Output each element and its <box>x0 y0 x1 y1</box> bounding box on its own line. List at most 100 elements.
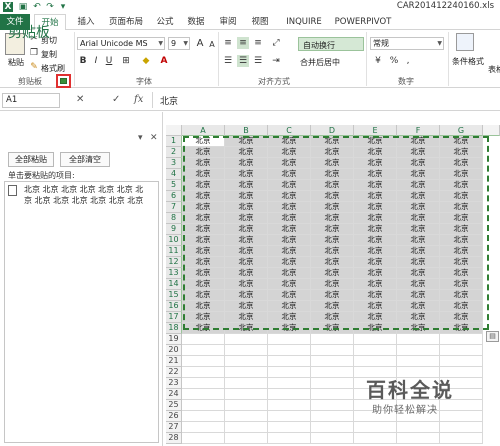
cell-a21[interactable] <box>182 356 225 367</box>
cell-e11[interactable]: 北京 <box>354 246 397 257</box>
cell-e10[interactable]: 北京 <box>354 235 397 246</box>
cell-e19[interactable] <box>354 334 397 345</box>
copy-icon[interactable]: ❐ <box>28 47 40 59</box>
cell-d20[interactable] <box>311 345 354 356</box>
cell-a26[interactable] <box>182 411 225 422</box>
cell-e28[interactable] <box>354 433 397 444</box>
cell-b27[interactable] <box>225 422 268 433</box>
insert-function-button[interactable]: fx <box>134 94 143 105</box>
tab-review[interactable]: 审阅 <box>215 14 241 30</box>
cell-e20[interactable] <box>354 345 397 356</box>
cell-e12[interactable]: 北京 <box>354 257 397 268</box>
cell-c6[interactable]: 北京 <box>268 191 311 202</box>
cell-e15[interactable]: 北京 <box>354 290 397 301</box>
cell-c11[interactable]: 北京 <box>268 246 311 257</box>
cell-c20[interactable] <box>268 345 311 356</box>
column-header-e[interactable]: E <box>354 125 397 136</box>
column-header-a[interactable]: A <box>182 125 225 136</box>
merge-center-button[interactable]: 合并后居中 <box>300 57 340 68</box>
cell-c21[interactable] <box>268 356 311 367</box>
cell-c25[interactable] <box>268 400 311 411</box>
cell-g9[interactable]: 北京 <box>440 224 483 235</box>
cell-f17[interactable]: 北京 <box>397 312 440 323</box>
cell-e4[interactable]: 北京 <box>354 169 397 180</box>
cell-d9[interactable]: 北京 <box>311 224 354 235</box>
cell-b20[interactable] <box>225 345 268 356</box>
cell-a22[interactable] <box>182 367 225 378</box>
row-header-15[interactable]: 15 <box>166 290 182 301</box>
cell-g16[interactable]: 北京 <box>440 301 483 312</box>
row-header-16[interactable]: 16 <box>166 301 182 312</box>
cell-g1[interactable]: 北京 <box>440 136 483 147</box>
cell-c5[interactable]: 北京 <box>268 180 311 191</box>
cell-b25[interactable] <box>225 400 268 411</box>
cell-b5[interactable]: 北京 <box>225 180 268 191</box>
cell-f2[interactable]: 北京 <box>397 147 440 158</box>
cell-f8[interactable]: 北京 <box>397 213 440 224</box>
cell-e6[interactable]: 北京 <box>354 191 397 202</box>
orientation-icon[interactable]: ⤢ <box>270 37 282 49</box>
clipboard-item[interactable]: 北京 北京 北京 北京 北京 北京 北京 北京 北京 北京 北京 北京 北京 <box>24 184 150 206</box>
cell-a18[interactable]: 北京 <box>182 323 225 334</box>
cell-a5[interactable]: 北京 <box>182 180 225 191</box>
row-header-3[interactable]: 3 <box>166 158 182 169</box>
cell-e3[interactable]: 北京 <box>354 158 397 169</box>
cell-d11[interactable]: 北京 <box>311 246 354 257</box>
cell-b19[interactable] <box>225 334 268 345</box>
bold-button[interactable]: B <box>77 55 89 67</box>
cell-c26[interactable] <box>268 411 311 422</box>
cell-e21[interactable] <box>354 356 397 367</box>
cell-c18[interactable]: 北京 <box>268 323 311 334</box>
cell-f7[interactable]: 北京 <box>397 202 440 213</box>
cell-e1[interactable]: 北京 <box>354 136 397 147</box>
cell-d10[interactable]: 北京 <box>311 235 354 246</box>
cell-b13[interactable]: 北京 <box>225 268 268 279</box>
align-bottom-icon[interactable]: ≡ <box>252 37 264 49</box>
cell-b22[interactable] <box>225 367 268 378</box>
format-painter-button[interactable]: 格式刷 <box>41 63 65 74</box>
cell-g21[interactable] <box>440 356 483 367</box>
cell-g20[interactable] <box>440 345 483 356</box>
cell-a10[interactable]: 北京 <box>182 235 225 246</box>
cell-b17[interactable]: 北京 <box>225 312 268 323</box>
cell-b21[interactable] <box>225 356 268 367</box>
cell-g19[interactable] <box>440 334 483 345</box>
cell-g10[interactable]: 北京 <box>440 235 483 246</box>
cell-b28[interactable] <box>225 433 268 444</box>
cell-b11[interactable]: 北京 <box>225 246 268 257</box>
cell-d28[interactable] <box>311 433 354 444</box>
cell-a11[interactable]: 北京 <box>182 246 225 257</box>
cell-f16[interactable]: 北京 <box>397 301 440 312</box>
column-header-f[interactable]: F <box>397 125 440 136</box>
cell-d17[interactable]: 北京 <box>311 312 354 323</box>
row-header-17[interactable]: 17 <box>166 312 182 323</box>
cell-c15[interactable]: 北京 <box>268 290 311 301</box>
cell-e17[interactable]: 北京 <box>354 312 397 323</box>
cell-c4[interactable]: 北京 <box>268 169 311 180</box>
cell-c7[interactable]: 北京 <box>268 202 311 213</box>
paste-options-icon[interactable]: ▤ <box>486 331 499 342</box>
cell-g28[interactable] <box>440 433 483 444</box>
cell-c1[interactable]: 北京 <box>268 136 311 147</box>
cell-g15[interactable]: 北京 <box>440 290 483 301</box>
paste-button[interactable]: 粘贴 <box>8 57 24 68</box>
italic-button[interactable]: I <box>90 55 102 67</box>
select-all-corner[interactable] <box>166 125 182 136</box>
number-format-combo[interactable]: 常规 ▼ <box>370 37 444 50</box>
cell-c12[interactable]: 北京 <box>268 257 311 268</box>
cell-g17[interactable]: 北京 <box>440 312 483 323</box>
cell-c17[interactable]: 北京 <box>268 312 311 323</box>
cell-b8[interactable]: 北京 <box>225 213 268 224</box>
align-left-icon[interactable]: ☰ <box>222 55 234 67</box>
row-header-24[interactable]: 24 <box>166 389 182 400</box>
cell-a13[interactable]: 北京 <box>182 268 225 279</box>
cell-b14[interactable]: 北京 <box>225 279 268 290</box>
cell-d18[interactable]: 北京 <box>311 323 354 334</box>
enter-icon[interactable]: ✓ <box>112 94 120 105</box>
cell-e14[interactable]: 北京 <box>354 279 397 290</box>
cell-b18[interactable]: 北京 <box>225 323 268 334</box>
tab-insert[interactable]: 插入 <box>72 14 100 30</box>
format-as-table-button[interactable]: 表格 <box>488 64 500 75</box>
name-box[interactable]: A1 <box>2 93 60 108</box>
cell-c2[interactable]: 北京 <box>268 147 311 158</box>
